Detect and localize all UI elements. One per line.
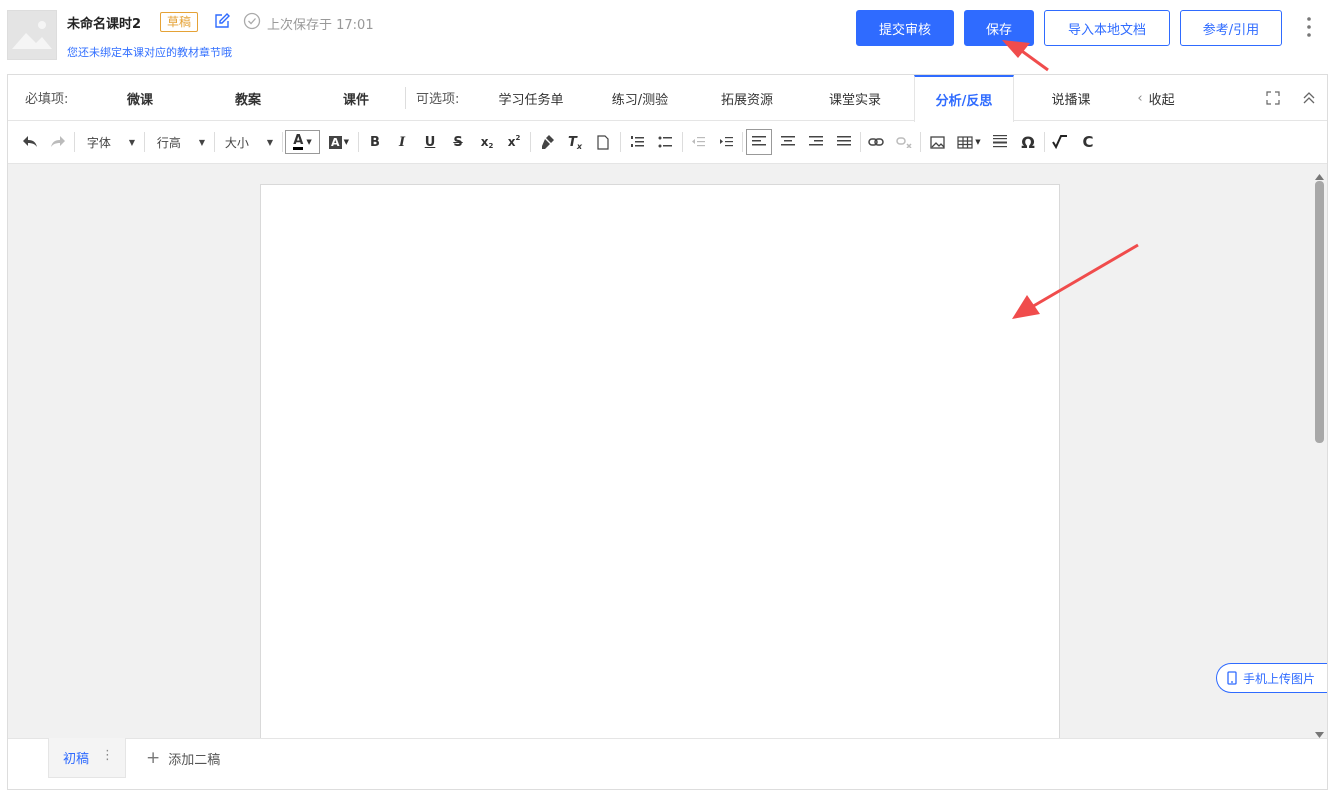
ordered-list-icon[interactable] bbox=[627, 131, 647, 153]
line-height-label: 行高 bbox=[156, 135, 181, 150]
font-family-select[interactable]: 字体 ▼ bbox=[82, 131, 140, 153]
caret-down-icon: ▼ bbox=[198, 137, 206, 147]
more-vertical-icon[interactable] bbox=[1300, 14, 1318, 40]
tab-lesson-plan[interactable]: 教案 bbox=[208, 75, 288, 121]
undo-icon[interactable] bbox=[20, 131, 40, 153]
tab-class-record[interactable]: 课堂实录 bbox=[812, 75, 898, 121]
toolbar-separator bbox=[920, 132, 921, 152]
save-button[interactable]: 保存 bbox=[964, 10, 1034, 46]
chevron-left-icon: ‹ bbox=[1137, 90, 1143, 106]
toolbar-separator bbox=[742, 132, 743, 152]
tab-presentation[interactable]: 说播课 bbox=[1036, 75, 1106, 121]
draft-tab-first[interactable]: 初稿 bbox=[48, 738, 126, 778]
submit-review-button[interactable]: 提交审核 bbox=[856, 10, 954, 46]
format-painter-icon[interactable] bbox=[537, 131, 557, 153]
bind-chapter-link[interactable]: 您还未绑定本课对应的教材章节哦 bbox=[67, 44, 232, 60]
caret-down-icon: ▼ bbox=[266, 137, 274, 147]
table-icon[interactable]: ▼ bbox=[955, 131, 983, 153]
reference-button[interactable]: 参考/引用 bbox=[1180, 10, 1282, 46]
save-status: 上次保存于 17:01 bbox=[267, 18, 374, 33]
tab-quiz[interactable]: 练习/测验 bbox=[596, 75, 684, 121]
scroll-down-icon[interactable] bbox=[1314, 725, 1325, 738]
collapse-tabs[interactable]: ‹ 收起 bbox=[1126, 75, 1186, 121]
editor-page[interactable] bbox=[260, 184, 1060, 744]
edit-icon[interactable] bbox=[213, 12, 231, 30]
background-color-icon[interactable]: A ▼ bbox=[325, 131, 353, 153]
align-center-icon[interactable] bbox=[778, 131, 798, 153]
toolbar-separator bbox=[214, 132, 215, 152]
scrollbar-thumb[interactable] bbox=[1315, 181, 1324, 443]
import-document-button[interactable]: 导入本地文档 bbox=[1044, 10, 1170, 46]
tab-task-sheet[interactable]: 学习任务单 bbox=[487, 75, 575, 121]
font-family-label: 字体 bbox=[86, 135, 111, 150]
align-justify-icon[interactable] bbox=[834, 131, 854, 153]
font-color-icon[interactable]: A ▼ bbox=[285, 130, 320, 154]
scroll-up-icon[interactable] bbox=[1314, 167, 1325, 180]
check-circle-icon bbox=[243, 12, 261, 30]
link-icon[interactable] bbox=[866, 131, 886, 153]
chevron-double-up-icon[interactable] bbox=[1298, 75, 1320, 121]
mobile-upload-button[interactable]: 手机上传图片 bbox=[1216, 663, 1327, 693]
redo-icon[interactable] bbox=[48, 131, 68, 153]
image-icon[interactable] bbox=[927, 131, 947, 153]
font-size-select[interactable]: 大小 ▼ bbox=[220, 131, 278, 153]
line-height-select[interactable]: 行高 ▼ bbox=[152, 131, 210, 153]
font-size-label: 大小 bbox=[224, 135, 249, 150]
strikethrough-icon[interactable]: S bbox=[449, 131, 467, 153]
draft-menu-icon[interactable]: ⋮ bbox=[101, 748, 114, 768]
superscript-icon[interactable]: x2 bbox=[504, 131, 524, 153]
underline-icon[interactable]: U bbox=[421, 131, 439, 153]
toolbar-separator bbox=[282, 132, 283, 152]
toolbar-separator bbox=[682, 132, 683, 152]
draft-badge: 草稿 bbox=[160, 12, 199, 32]
toolbar-separator bbox=[860, 132, 861, 152]
toolbar-separator bbox=[620, 132, 621, 152]
c-icon[interactable]: C bbox=[1078, 131, 1098, 153]
toolbar-separator bbox=[1044, 132, 1045, 152]
align-right-icon[interactable] bbox=[806, 131, 826, 153]
formula-icon[interactable] bbox=[1050, 131, 1070, 153]
clear-format-icon[interactable]: Tx bbox=[565, 131, 585, 153]
outdent-icon[interactable] bbox=[688, 131, 708, 153]
align-left-icon[interactable] bbox=[746, 129, 772, 155]
tab-courseware[interactable]: 课件 bbox=[316, 75, 396, 121]
horizontal-rule-icon[interactable] bbox=[990, 131, 1010, 153]
bold-icon[interactable]: B bbox=[366, 131, 384, 153]
italic-icon[interactable]: I bbox=[393, 131, 411, 153]
add-draft-button[interactable]: + 添加二稿 bbox=[146, 748, 220, 768]
tab-micro-lesson[interactable]: 微课 bbox=[100, 75, 180, 121]
course-thumbnail bbox=[7, 10, 57, 60]
tab-analysis-reflection[interactable]: 分析/反思 bbox=[914, 75, 1014, 122]
tab-divider bbox=[405, 87, 406, 109]
lesson-title: 未命名课时2 bbox=[67, 17, 142, 32]
optional-label: 可选项: bbox=[416, 92, 460, 107]
special-character-icon[interactable]: Ω bbox=[1018, 131, 1038, 153]
plus-icon: + bbox=[146, 747, 161, 768]
unlink-icon[interactable] bbox=[894, 131, 914, 153]
document-icon[interactable] bbox=[593, 131, 613, 153]
subscript-icon[interactable]: x2 bbox=[477, 131, 497, 153]
tab-extended-resources[interactable]: 拓展资源 bbox=[705, 75, 789, 121]
toolbar-separator bbox=[74, 132, 75, 152]
caret-down-icon: ▼ bbox=[128, 137, 136, 147]
toolbar-separator bbox=[144, 132, 145, 152]
indent-icon[interactable] bbox=[716, 131, 736, 153]
collapse-label: 收起 bbox=[1148, 92, 1175, 108]
required-label: 必填项: bbox=[25, 92, 69, 107]
phone-icon bbox=[1227, 671, 1237, 685]
toolbar-separator bbox=[530, 132, 531, 152]
toolbar-separator bbox=[358, 132, 359, 152]
bullet-list-icon[interactable] bbox=[655, 131, 675, 153]
add-draft-label: 添加二稿 bbox=[168, 752, 221, 768]
fullscreen-icon[interactable] bbox=[1262, 75, 1284, 121]
draft-tab-label: 初稿 bbox=[63, 752, 90, 767]
mobile-upload-label: 手机上传图片 bbox=[1243, 671, 1316, 686]
